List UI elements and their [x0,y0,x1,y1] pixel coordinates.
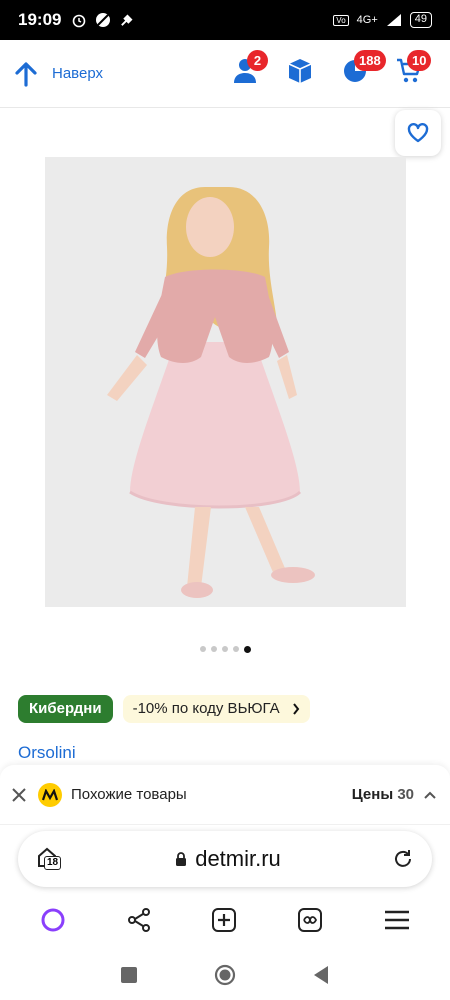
tabs-icon[interactable] [296,906,324,934]
cart-badge: 10 [407,50,432,71]
prices-label: Цены [351,786,394,803]
prices-count: 30 [397,786,414,803]
carousel-dot[interactable] [211,646,217,652]
system-nav-bar [0,950,450,1000]
profile-button[interactable]: 2 [233,50,268,89]
bonus-badge: 188 [354,50,386,71]
arrow-up-icon [15,61,37,87]
url-domain: detmir.ru [195,846,281,871]
age-rating-button[interactable]: 18 [36,846,64,872]
carousel-dot[interactable] [200,646,206,652]
age-rating-badge: 18 [44,856,62,870]
share-icon[interactable] [126,907,152,933]
status-bar: 19:09 Vo 4G+ 49 [0,0,450,40]
promo-offer[interactable]: -10% по коду ВЬЮГА [122,695,310,723]
bonus-button[interactable]: 188 [342,50,386,89]
signal-icon [386,14,401,26]
tools-icon [121,13,133,26]
browser-url-bar[interactable]: 18 detmir.ru [18,831,432,887]
heart-icon [407,123,429,143]
network-label: 4G+ [356,14,378,26]
carousel-dot[interactable] [222,646,228,652]
yandex-market-logo [38,782,62,807]
volte-icon: Vo [333,14,349,26]
promo-tag[interactable]: Кибердни [18,695,113,723]
data-saver-icon [96,13,111,27]
reload-icon[interactable] [392,848,414,870]
product-image[interactable] [45,157,406,607]
carousel-dot-active[interactable] [244,645,251,653]
brand-link[interactable]: Orsolini [18,743,76,763]
app-header: Наверх 2 188 10 [0,40,450,108]
status-time: 19:09 [18,10,62,29]
promo-offer-text: -10% по коду ВЬЮГА [132,700,280,717]
menu-icon[interactable] [383,908,411,932]
status-right: Vo 4G+ 49 [333,12,432,28]
recents-icon[interactable] [120,966,138,984]
promo-tags: Кибердни -10% по коду ВЬЮГА [18,695,310,723]
lock-icon [176,852,187,866]
product-photo-illustration [45,157,406,607]
favorite-button[interactable] [395,110,441,156]
back-to-top-button[interactable]: Наверх [14,61,103,87]
new-tab-icon[interactable] [210,906,238,934]
orders-button[interactable] [287,58,313,89]
home-button-icon[interactable] [214,964,236,986]
browser-toolbar [0,898,450,942]
market-logo-icon [42,788,58,800]
alice-assistant-icon[interactable] [39,906,67,934]
chevron-right-icon [292,703,299,715]
battery-indicator: 49 [409,12,432,28]
chevron-up-icon[interactable] [422,787,438,803]
carousel-dots [200,645,251,653]
similar-products-title: Похожие товары [71,786,187,803]
status-icons [71,12,134,28]
close-icon[interactable] [10,786,28,804]
box-icon [288,59,312,83]
prices-summary[interactable]: Цены 30 [352,786,414,803]
url-center: detmir.ru [64,846,392,872]
back-to-top-label: Наверх [52,65,103,82]
similar-products-bar[interactable]: Похожие товары Цены 30 [0,765,450,825]
cart-button[interactable]: 10 [396,50,432,89]
profile-badge: 2 [247,50,268,71]
back-icon[interactable] [312,965,330,985]
alarm-icon [73,14,86,28]
carousel-dot[interactable] [233,646,239,652]
